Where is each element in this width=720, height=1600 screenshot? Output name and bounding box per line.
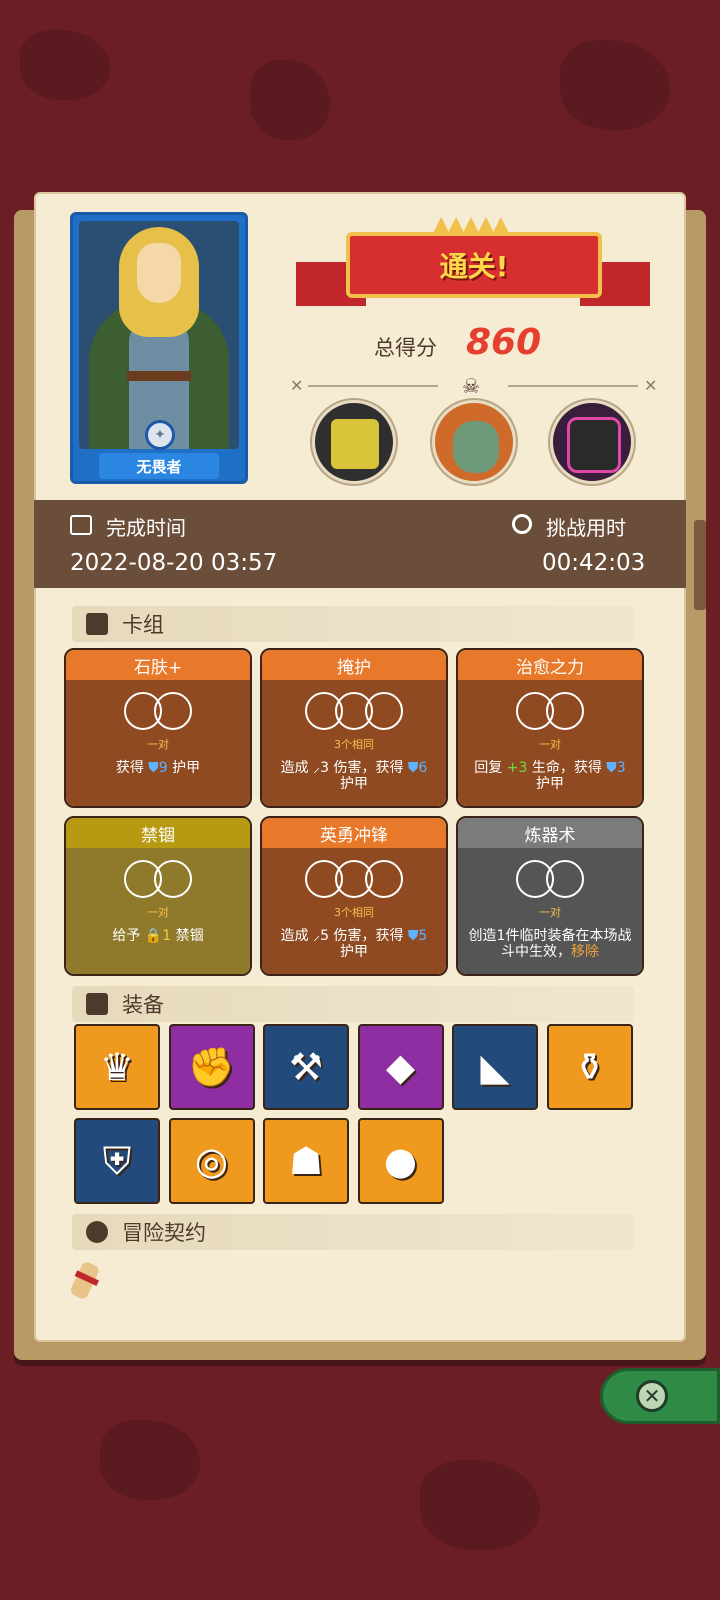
cards-icon [86,613,108,635]
equipment-slot[interactable]: ● [357,1118,444,1204]
victory-banner: 通关! [346,232,602,298]
equipment-slot[interactable]: ♛ [74,1024,160,1110]
armor-icon: ⛊ [606,760,617,776]
jar-icon: ⚱ [573,1045,606,1089]
score-label: 总得分 [374,336,437,360]
boot-icon: ◣ [480,1045,510,1089]
equipment-slot[interactable]: ◎ [168,1118,255,1204]
hero-belt [127,371,191,381]
hero-name: 无畏者 [99,453,219,479]
skull-helmet-icon: ☠ [462,374,480,398]
card-title: 掩护 [262,650,446,680]
equipment-section-header: 装备 [72,986,634,1022]
card-requirement: 一对 [539,906,561,919]
score-value: 860 [466,322,542,363]
book-spine [694,520,706,610]
card-requirement: 3个相同 [334,738,374,751]
bg-decoration [100,1420,200,1500]
deck-section-header: 卡组 [72,606,634,642]
armor-icon: ⛊ [148,760,159,776]
crossed-swords-icon: ✕ [644,376,658,395]
card-title: 英勇冲锋 [262,818,446,848]
lock-icon: 🔒 [144,928,163,944]
card-alchemy[interactable]: 炼器术 一对 创造1件临时装备在本场战斗中生效，移除 [456,816,644,976]
round-shield-icon: ◎ [194,1139,229,1183]
card-requirement: 一对 [147,738,169,751]
chest-armor-icon: ⛨ [102,1138,132,1183]
equipment-title: 装备 [122,993,164,1017]
hero-card: ✦ 无畏者 [70,212,248,484]
card-description: 回复 +3 生命，获得 ⛊3 护甲 [474,760,626,792]
dice-slots [305,860,403,898]
fire-gauntlet-icon: ✊ [187,1044,236,1089]
stopwatch-icon [512,514,532,534]
completion-time-value: 2022-08-20 03:57 [70,550,278,576]
card-requirement: 3个相同 [334,906,374,919]
duration-label: 挑战用时 [546,516,626,540]
card-healing-power[interactable]: 治愈之力 一对 回复 +3 生命，获得 ⛊3 护甲 [456,648,644,808]
bg-decoration [20,30,110,100]
bg-decoration [420,1460,540,1550]
card-cover[interactable]: 掩护 3个相同 造成 ⸝3 伤害，获得 ⛊6 护甲 [260,648,448,808]
boss-helmet [331,419,379,469]
equipment-slot[interactable]: ✊ [168,1024,255,1110]
card-title: 石肤+ [66,650,250,680]
card-requirement: 一对 [147,906,169,919]
equipment-slot[interactable]: ⚱ [546,1024,633,1110]
crown-icon: ♛ [99,1045,135,1089]
contract-title: 冒险契约 [122,1221,206,1245]
crystal-gem-icon: ◆ [385,1045,416,1089]
person-icon [86,1221,108,1243]
hood-icon: ☗ [288,1139,324,1183]
duration-value: 00:42:03 [542,550,646,576]
equipment-slot[interactable]: ☗ [263,1118,349,1204]
calendar-icon [70,515,92,535]
card-title: 治愈之力 [458,650,642,680]
boss-armor [567,417,621,473]
box-icon [86,993,108,1015]
hero-rank-badge-icon: ✦ [145,420,175,450]
divider-right [508,385,638,387]
scythe-icon: ⚒ [288,1045,324,1089]
contract-scroll-icon[interactable] [68,1255,104,1305]
completion-time-label: 完成时间 [106,516,186,540]
card-title: 禁锢 [66,818,250,848]
hero-portrait [79,221,239,449]
boss-portrait-armored-knight [312,400,396,484]
dice-slots [305,692,403,730]
boss-portrait-dark-knight [550,400,634,484]
card-title: 炼器术 [458,818,642,848]
card-stoneskin[interactable]: 石肤+ 一对 获得 ⛊9 护甲 [64,648,252,808]
boss-face [453,421,499,473]
dice-slots [124,860,192,898]
card-heroic-charge[interactable]: 英勇冲锋 3个相同 造成 ⸝5 伤害，获得 ⛊5 护甲 [260,816,448,976]
card-imprison[interactable]: 禁锢 一对 给予 🔒1 禁锢 [64,816,252,976]
dice-slots [124,692,192,730]
card-description: 造成 ⸝5 伤害，获得 ⛊5 护甲 [280,928,428,960]
contract-section-header: 冒险契约 [72,1214,634,1250]
bg-decoration [250,60,330,140]
crossed-swords-icon: ✕ [290,376,304,395]
hero-face [137,243,181,303]
card-description: 造成 ⸝3 伤害，获得 ⛊6 护甲 [280,760,428,792]
card-description: 给予 🔒1 禁锢 [112,928,204,944]
armor-icon: ⛊ [407,760,419,776]
armor-icon: ⛊ [407,928,419,944]
close-icon[interactable]: ✕ [636,1380,668,1412]
equipment-slot[interactable]: ◆ [357,1024,444,1110]
divider-left [308,385,438,387]
card-requirement: 一对 [539,738,561,751]
equipment-slot[interactable]: ◣ [452,1024,538,1110]
slime-icon: ● [383,1139,418,1183]
card-description: 获得 ⛊9 护甲 [115,760,201,776]
dice-slots [516,860,584,898]
boss-portrait-orc [432,400,516,484]
equipment-slot[interactable]: ⛨ [74,1118,160,1204]
bg-decoration [560,40,670,130]
deck-title: 卡组 [122,613,164,637]
run-info-band: 完成时间 2022-08-20 03:57 挑战用时 00:42:03 [34,500,686,588]
equipment-slot[interactable]: ⚒ [263,1024,349,1110]
card-description: 创造1件临时装备在本场战斗中生效，移除 [468,928,632,960]
dice-slots [516,692,584,730]
